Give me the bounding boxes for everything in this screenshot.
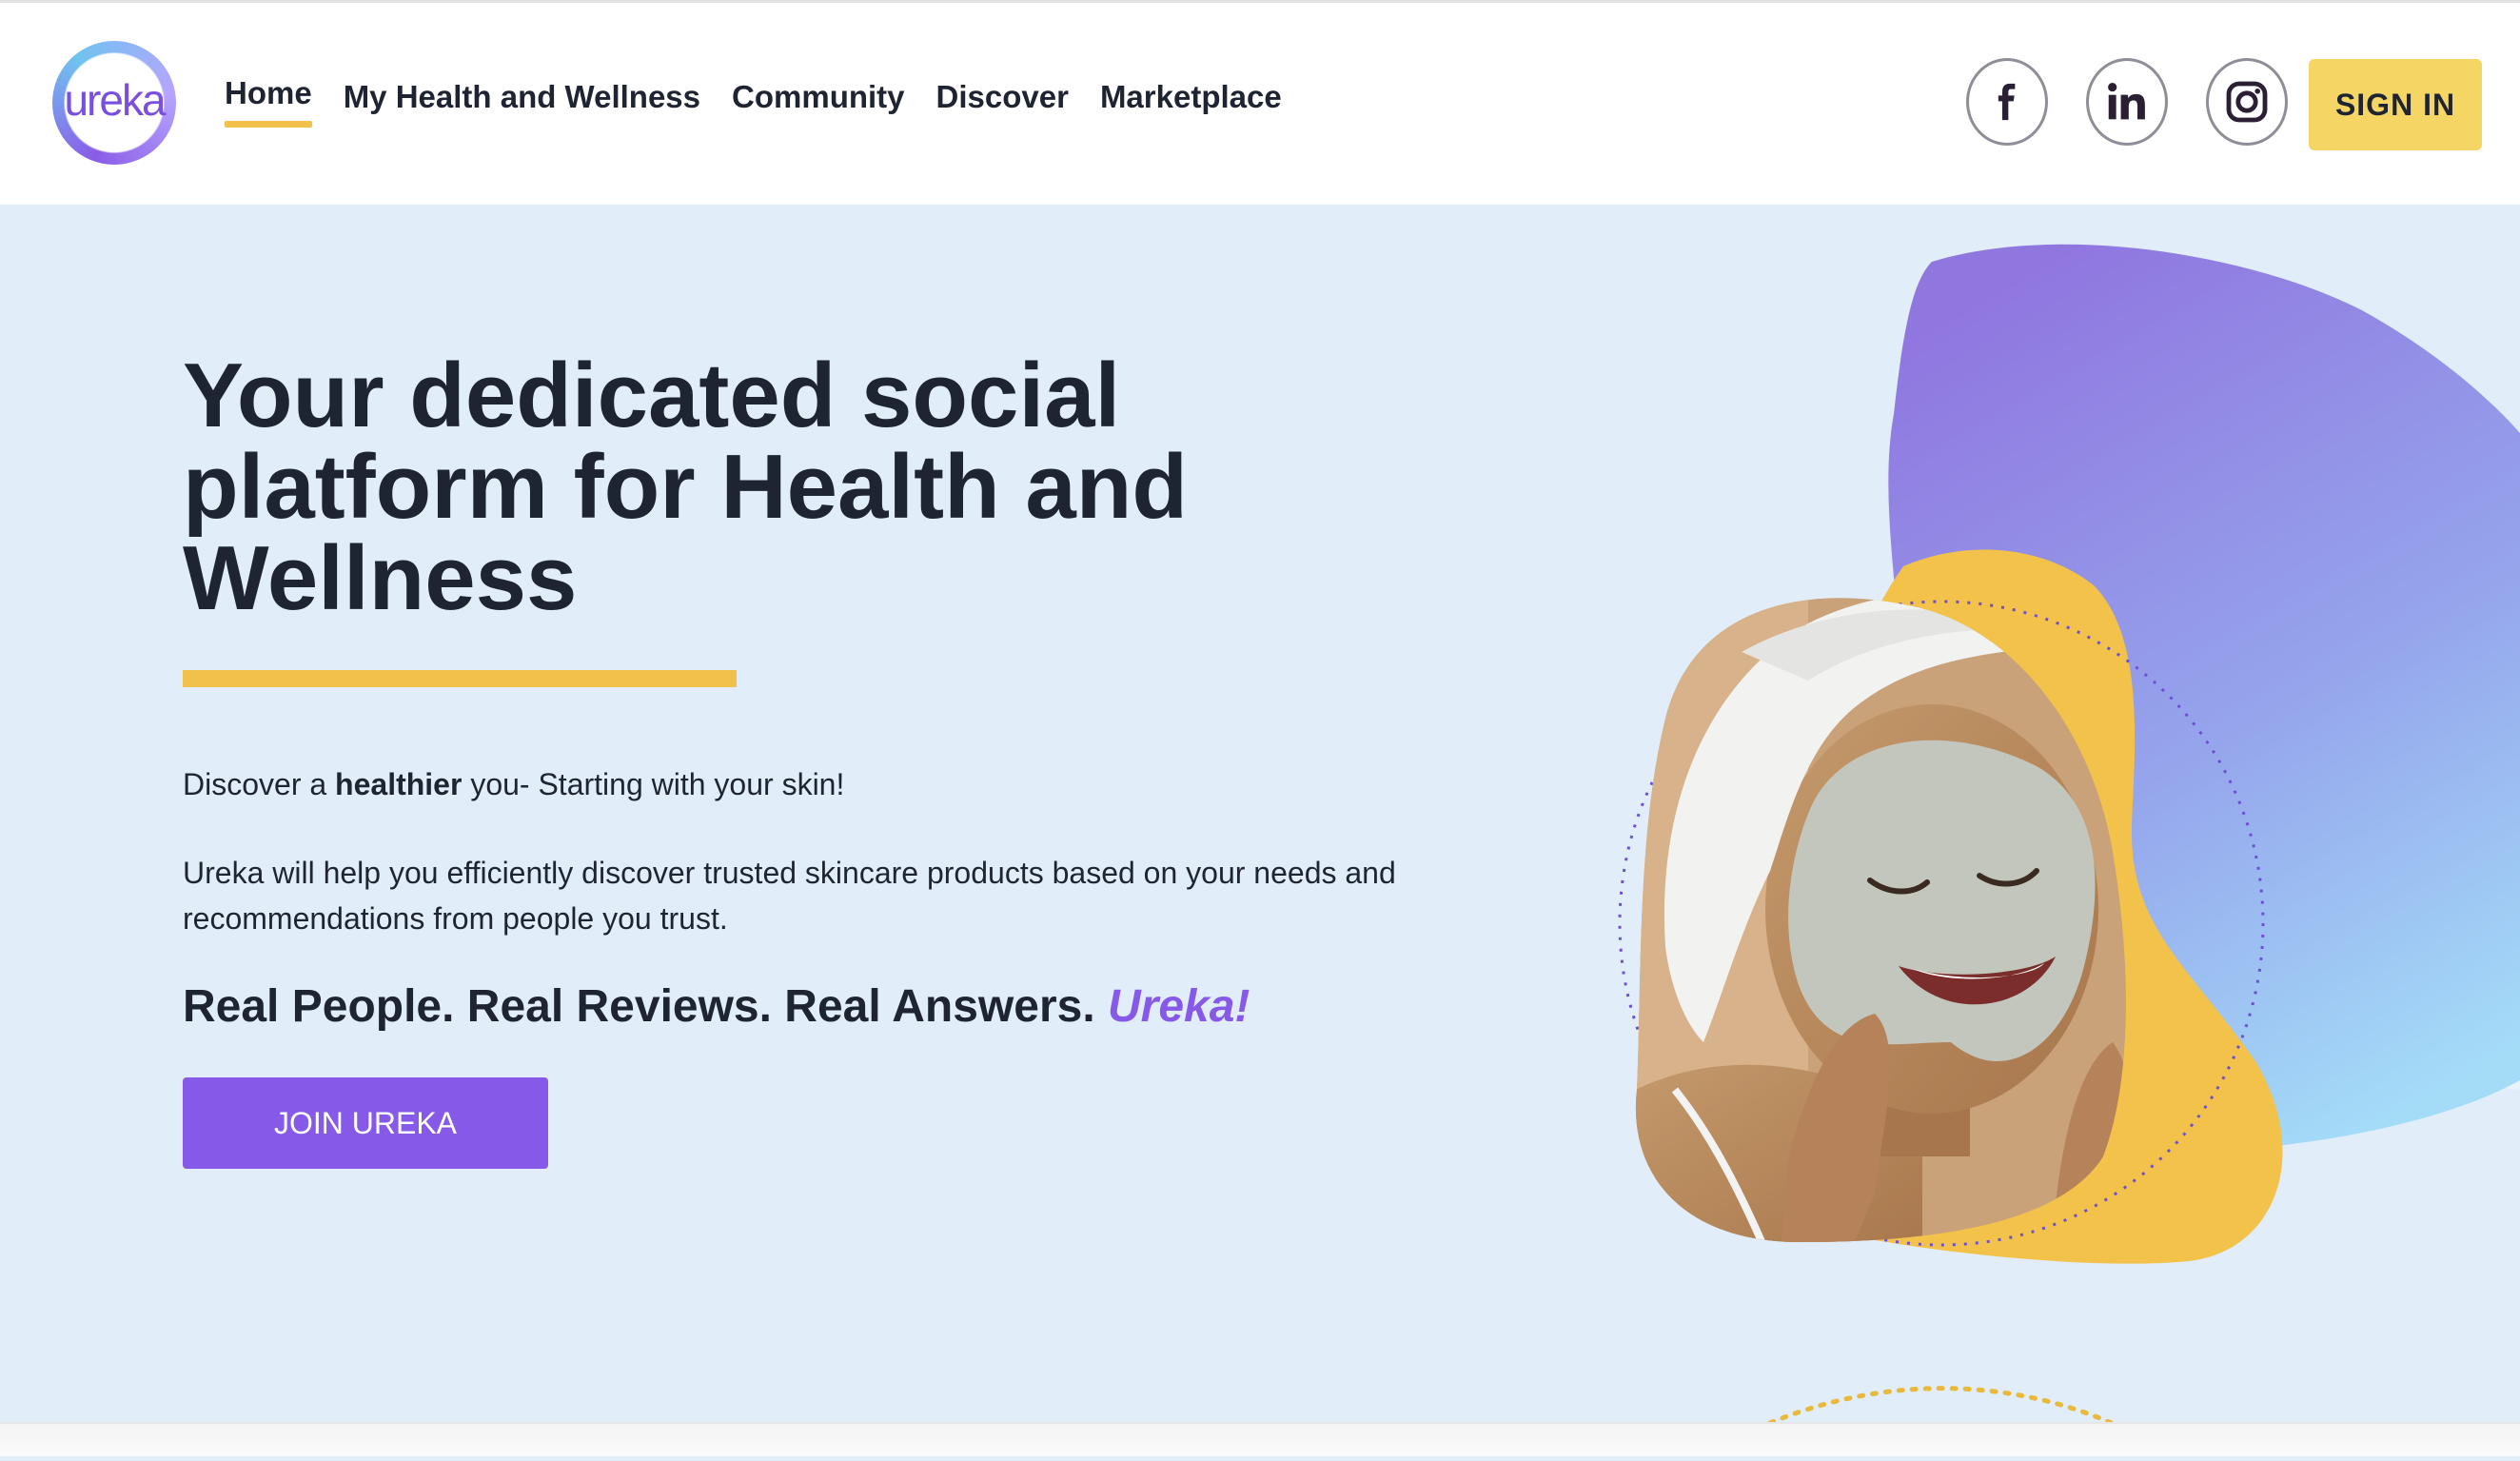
tagline-pre: Discover a — [183, 767, 336, 801]
nav-item-community[interactable]: Community — [732, 79, 905, 115]
title-underline — [183, 670, 737, 687]
hero-tagline: Discover a healthier you- Starting with … — [183, 767, 844, 802]
facebook-icon[interactable] — [1966, 58, 2048, 146]
next-section-edge — [0, 1422, 2520, 1456]
hero-slogan: Real People. Real Reviews. Real Answers.… — [183, 980, 1250, 1033]
tagline-post: you- Starting with your skin! — [462, 767, 845, 801]
nav-item-discover[interactable]: Discover — [936, 79, 1069, 115]
nav-item-home[interactable]: Home — [225, 75, 312, 128]
facebook-glyph — [1998, 83, 2016, 121]
linkedin-icon[interactable] — [2086, 58, 2168, 146]
hero-illustration — [1523, 205, 2520, 1456]
slogan-brand: Ureka! — [1108, 981, 1250, 1032]
hero-title: Your dedicated social platform for Healt… — [183, 345, 1189, 629]
join-ureka-button[interactable]: JOIN UREKA — [183, 1077, 548, 1169]
sign-in-button[interactable]: SIGN IN — [2309, 59, 2482, 150]
nav-item-marketplace[interactable]: Marketplace — [1100, 79, 1282, 115]
logo-text: ureka — [64, 75, 166, 125]
tagline-bold: healthier — [335, 767, 463, 801]
site-header: ureka Home My Health and Wellness Commun… — [0, 0, 2520, 205]
nav-item-my-health-and-wellness[interactable]: My Health and Wellness — [344, 79, 700, 115]
instagram-icon[interactable] — [2206, 58, 2288, 146]
slogan-text: Real People. Real Reviews. Real Answers. — [183, 981, 1108, 1032]
hero-art-svg — [1618, 244, 2520, 1435]
linkedin-glyph — [2108, 83, 2145, 120]
ureka-logo[interactable]: ureka — [52, 41, 176, 165]
main-nav: Home My Health and Wellness Community Di… — [225, 75, 1313, 128]
hero-description: Ureka will help you efficiently discover… — [183, 856, 1396, 936]
instagram-glyph — [2226, 81, 2268, 123]
